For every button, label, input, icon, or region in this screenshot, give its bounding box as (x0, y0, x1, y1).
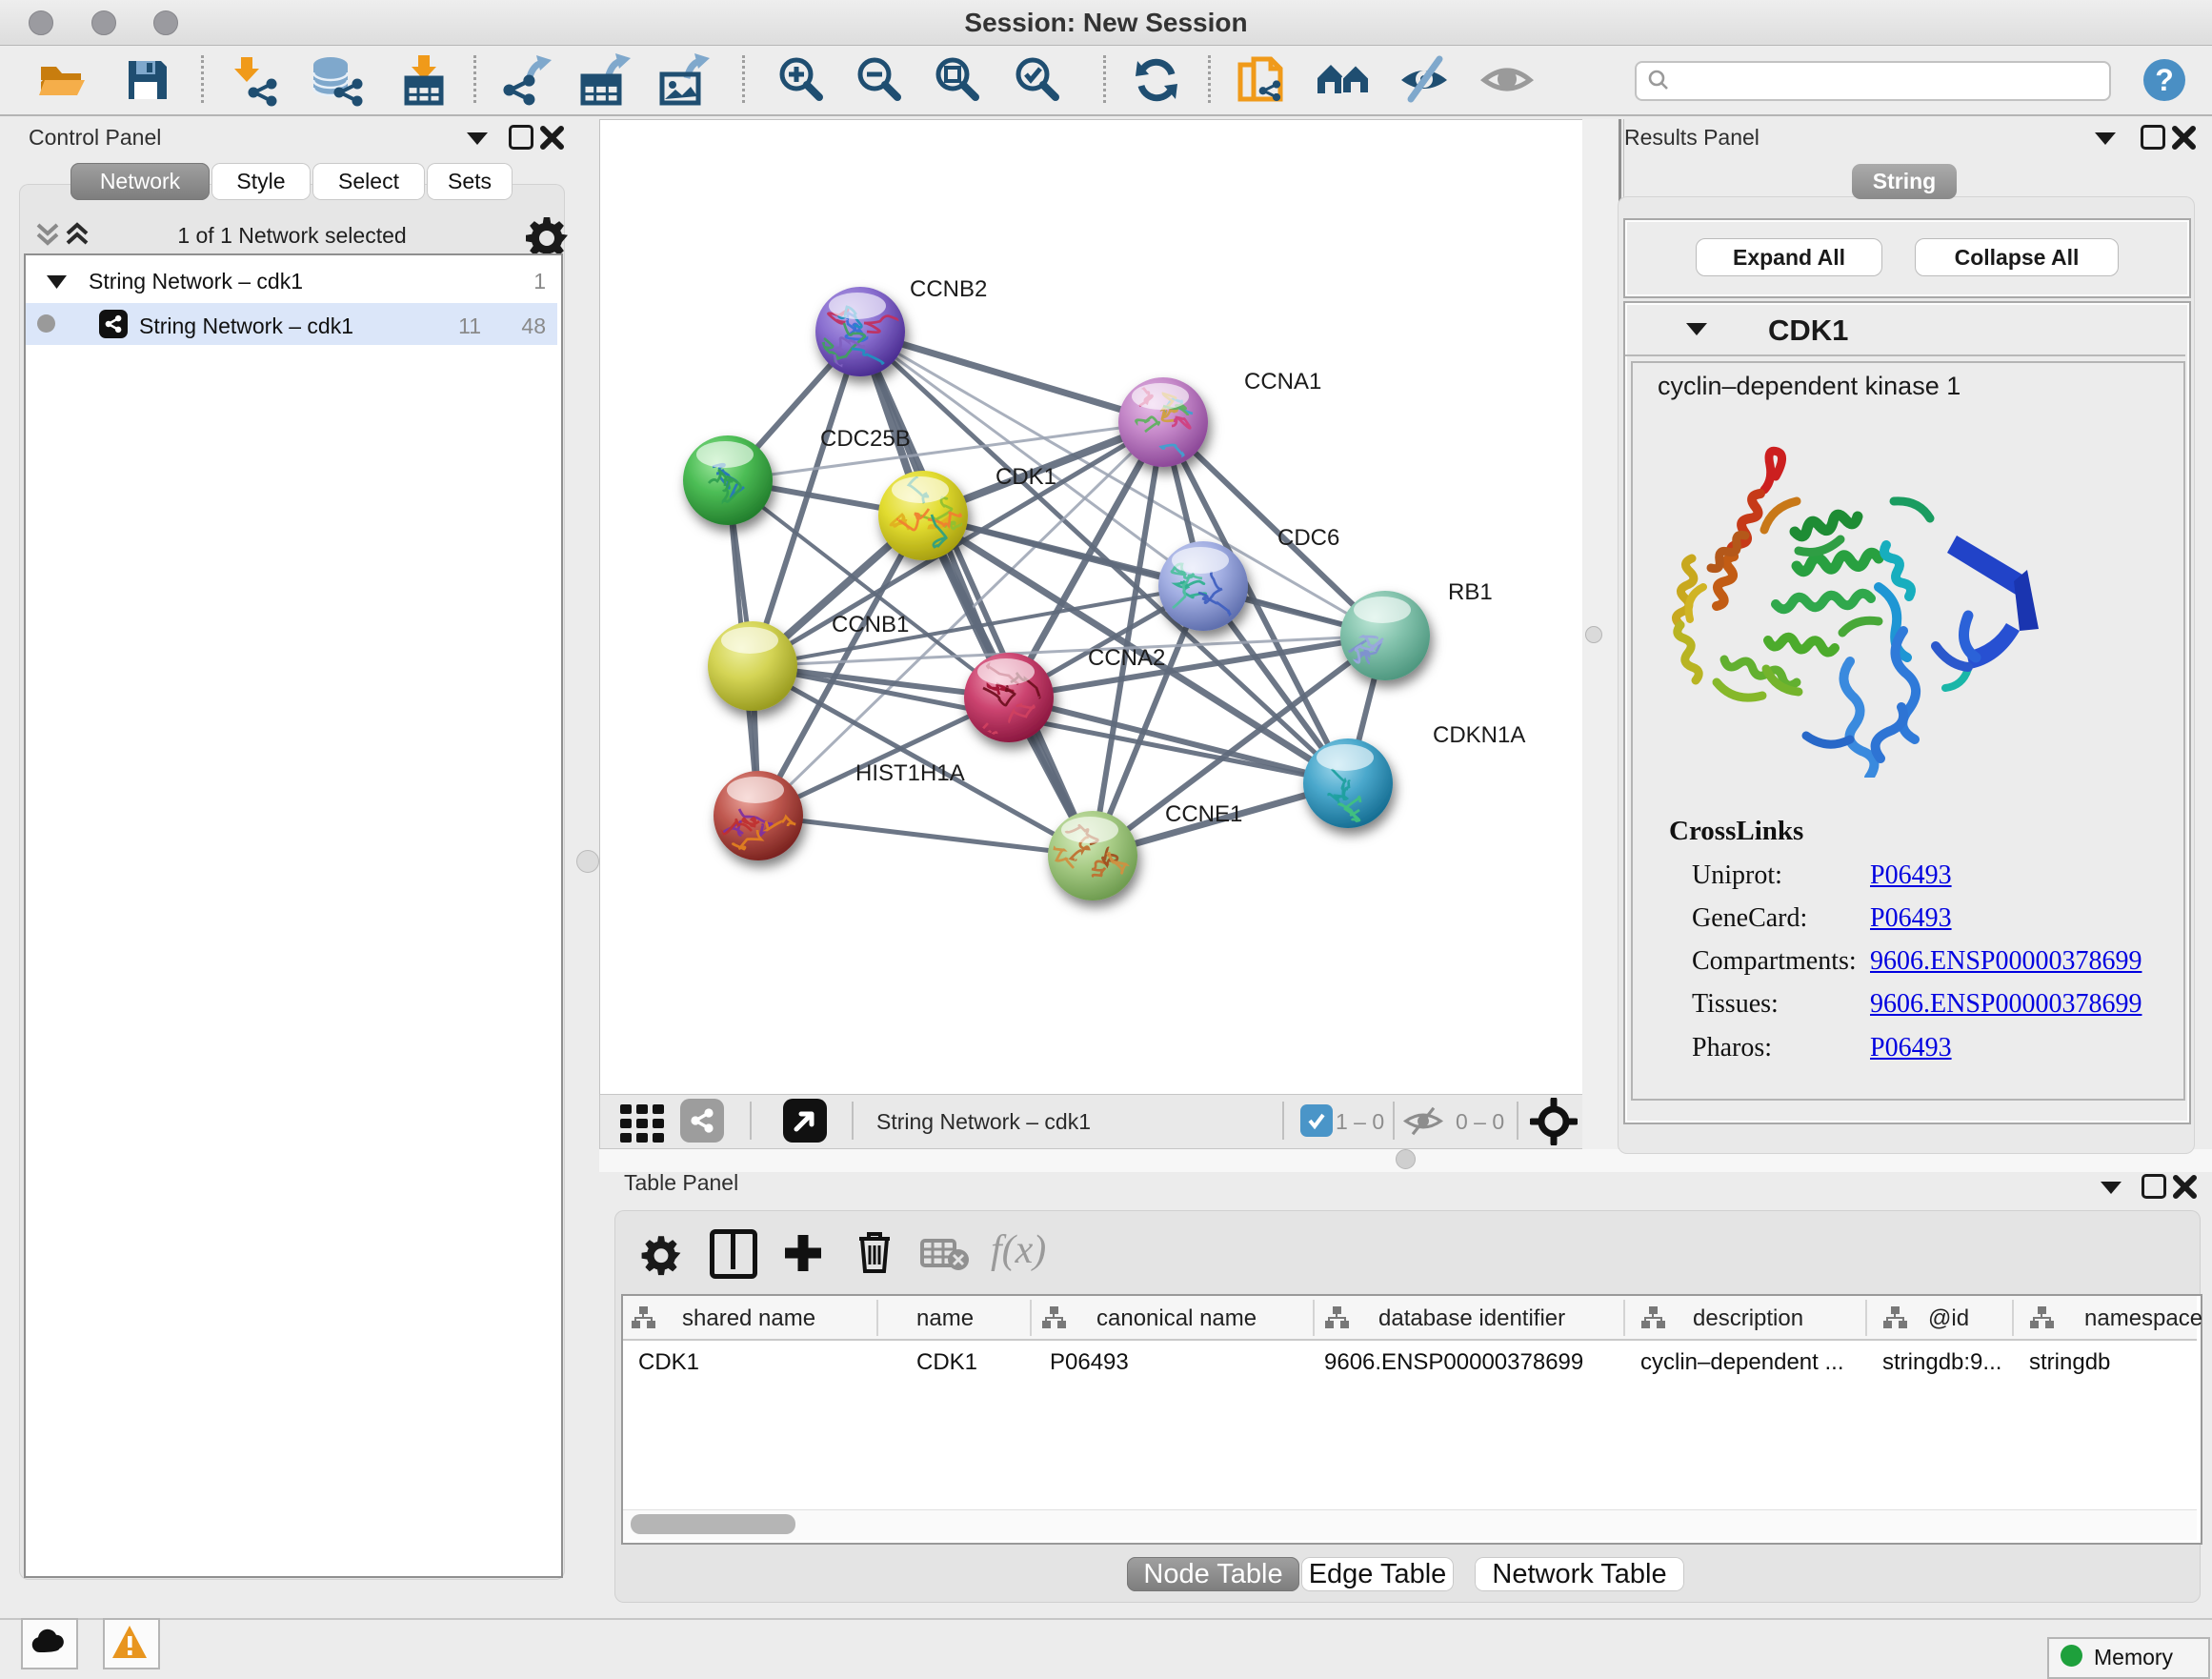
svg-text:CDK1: CDK1 (995, 464, 1056, 490)
svg-text:RB1: RB1 (1448, 579, 1493, 605)
svg-text:CCNB1: CCNB1 (832, 612, 909, 637)
svg-text:CCNA1: CCNA1 (1244, 369, 1321, 394)
svg-text:CDKN1A: CDKN1A (1433, 722, 1525, 748)
svg-text:CCNE1: CCNE1 (1165, 801, 1242, 827)
svg-text:CDC25B: CDC25B (820, 426, 911, 452)
svg-text:CCNA2: CCNA2 (1088, 645, 1165, 671)
svg-text:CCNB2: CCNB2 (910, 276, 987, 302)
svg-text:CDC6: CDC6 (1277, 525, 1339, 551)
svg-text:HIST1H1A: HIST1H1A (855, 760, 965, 786)
